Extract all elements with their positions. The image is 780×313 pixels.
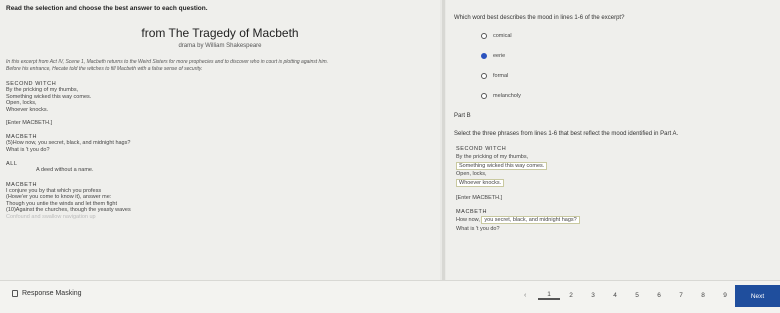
response-masking-button[interactable]: Response Masking [12, 290, 82, 297]
intro-line: In this excerpt from Act IV, Scene 1, Ma… [6, 59, 328, 65]
footer-bar: Response Masking ‹ 1 2 3 4 5 6 7 8 9 10 … [0, 280, 780, 313]
option-label: formal [493, 72, 509, 79]
selected-phrase[interactable]: you secret, black, and midnight hags? [481, 216, 580, 224]
page-link[interactable]: 4 [604, 292, 626, 299]
selectable-phrase[interactable]: By the pricking of my thumbs, [456, 154, 772, 161]
page-link[interactable]: 2 [560, 292, 582, 299]
radio-button[interactable] [481, 72, 487, 79]
intro-line: Before his entrance, Hecate told the wit… [6, 66, 203, 72]
radio-button[interactable] [481, 32, 487, 39]
option-label: comical [493, 32, 512, 39]
speaker-macbeth: MACBETH [456, 209, 488, 215]
radio-button-selected[interactable] [481, 52, 487, 59]
selectable-phrase[interactable]: How now, [456, 217, 480, 223]
passage-byline: drama by William Shakespeare [178, 43, 262, 49]
page-navigation: ‹ 1 2 3 4 5 6 7 8 9 10 [524, 291, 758, 300]
page-link[interactable]: 9 [714, 292, 736, 299]
play-line: Confound and swallow navigation up [6, 213, 96, 220]
selected-phrase[interactable]: Whoever knocks. [456, 178, 505, 187]
page-link[interactable]: 5 [626, 292, 648, 299]
page-link[interactable]: 7 [670, 292, 692, 299]
selectable-phrase[interactable]: What is 't you do? [456, 226, 772, 233]
passage-pane: Read the selection and choose the best a… [0, 0, 440, 280]
speaker-second-witch: SECOND WITCH [456, 146, 507, 152]
answer-option-eerie[interactable]: eerie [454, 50, 772, 61]
page-link[interactable]: 1 [538, 291, 560, 300]
part-b-label: Part B [454, 113, 471, 119]
question-pane: Which word best describes the mood in li… [446, 0, 780, 280]
answer-option-formal[interactable]: formal [454, 70, 772, 81]
page-link[interactable]: 8 [692, 292, 714, 299]
question-prompt: Which word best describes the mood in li… [454, 15, 625, 21]
mask-icon [12, 290, 18, 297]
answer-option-melancholy[interactable]: melancholy [454, 90, 772, 101]
passage-title: from The Tragedy of Macbeth [141, 26, 299, 40]
passage-intro: In this excerpt from Act IV, Scene 1, Ma… [6, 59, 366, 73]
selectable-text: SECOND WITCH By the pricking of my thumb… [454, 146, 772, 232]
masking-label: Response Masking [22, 290, 82, 297]
instructions: Read the selection and choose the best a… [6, 5, 208, 12]
page-link[interactable]: 6 [648, 292, 670, 299]
page-link[interactable]: 3 [582, 292, 604, 299]
option-label: melancholy [493, 92, 521, 99]
radio-button[interactable] [481, 92, 487, 99]
pane-divider[interactable] [442, 0, 445, 280]
previous-arrow-icon[interactable]: ‹ [524, 292, 538, 299]
answer-option-comical[interactable]: comical [454, 30, 772, 41]
option-label: eerie [493, 52, 506, 59]
part-b-prompt: Select the three phrases from lines 1-6 … [454, 131, 679, 137]
next-button[interactable]: Next [735, 285, 780, 307]
selectable-phrase[interactable]: Open, locks, [456, 171, 772, 178]
selected-phrase[interactable]: Something wicked this way comes. [456, 161, 548, 170]
